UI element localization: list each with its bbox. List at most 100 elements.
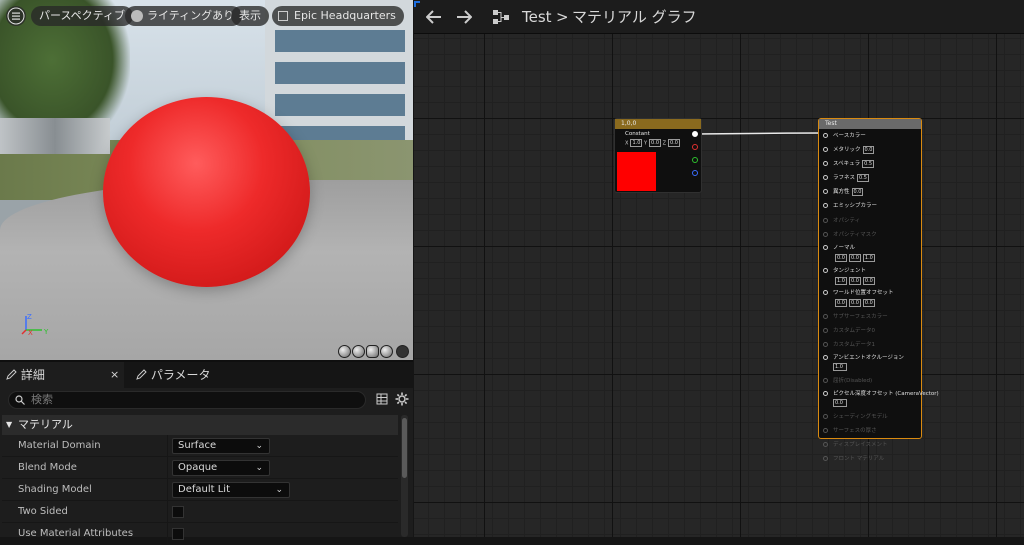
material-section-header[interactable]: ▼ マテリアル xyxy=(2,415,398,435)
vector-input-field[interactable]: 0.0 xyxy=(835,298,847,307)
input-pin-value[interactable]: 0.5 xyxy=(862,159,875,168)
output-pin-r[interactable] xyxy=(692,144,698,150)
z-field[interactable]: 0.0 xyxy=(668,139,680,147)
input-pin-icon[interactable] xyxy=(823,378,828,383)
input-pin-icon[interactable] xyxy=(823,428,828,433)
input-pin-value[interactable]: 0.5 xyxy=(857,173,869,182)
material-graph-canvas[interactable] xyxy=(414,0,1024,537)
input-pin-row[interactable]: カスタムデータ0 xyxy=(823,326,875,336)
input-pin-row[interactable]: ピクセル深度オフセット (CameraVector) 0.0 xyxy=(823,389,939,407)
input-pin-row[interactable]: オパシティ xyxy=(823,216,860,226)
material-preview-viewport[interactable]: パースペクティブ ライティングあり 表示 Epic Headquarters Z… xyxy=(0,0,413,360)
input-pin-icon[interactable] xyxy=(823,218,828,223)
input-pin-icon[interactable] xyxy=(823,161,828,166)
input-pin-icon[interactable] xyxy=(823,342,828,347)
input-pin-row[interactable]: ベースカラー xyxy=(823,131,866,141)
vector-input-field[interactable]: 0.0 xyxy=(848,253,861,262)
preview-cylinder-button[interactable] xyxy=(338,345,351,358)
input-pin-value[interactable]: 1.0 xyxy=(833,363,847,371)
property-row: Shading Model Default Lit ⌄ xyxy=(2,479,398,501)
details-search-input[interactable]: 検索 xyxy=(8,391,366,409)
input-pin-row[interactable]: サブサーフェスカラー xyxy=(823,312,888,322)
axis-gizmo: Z X Y xyxy=(21,313,49,337)
breadcrumb-asset[interactable]: Test xyxy=(522,0,552,34)
gear-icon[interactable] xyxy=(395,392,409,406)
input-pin-icon[interactable] xyxy=(823,314,828,319)
preview-sphere-button[interactable] xyxy=(352,345,365,358)
input-pin-icon[interactable] xyxy=(823,189,828,194)
vector-input-field[interactable]: 0.0 xyxy=(862,298,875,307)
input-pin-row[interactable]: オパシティマスク xyxy=(823,230,877,240)
input-pin-icon[interactable] xyxy=(823,456,828,461)
input-pin-row[interactable]: スペキュラ 0.5 xyxy=(823,159,875,169)
viewport-menu-button[interactable] xyxy=(6,6,26,26)
input-pin-row[interactable]: フロント マテリアル xyxy=(823,454,884,464)
input-pin-icon[interactable] xyxy=(823,133,828,138)
input-pin-row[interactable]: ワールド位置オフセット 0.0 0.0 0.0 xyxy=(823,288,894,308)
input-pin-value[interactable]: 0.0 xyxy=(851,187,864,196)
vector-input-field[interactable]: 0.0 xyxy=(835,253,847,262)
input-pin-icon[interactable] xyxy=(823,414,828,419)
input-pin-icon[interactable] xyxy=(823,391,828,396)
input-pin-icon[interactable] xyxy=(823,268,828,273)
input-pin-icon[interactable] xyxy=(823,147,828,152)
tab-parameters[interactable]: パラメータ xyxy=(132,362,210,388)
input-pin-row[interactable]: メタリック 0.0 xyxy=(823,145,875,155)
input-pin-icon[interactable] xyxy=(823,328,828,333)
forward-arrow-icon[interactable] xyxy=(456,10,472,24)
input-pin-row[interactable]: アンビエントオクルージョン 1.0 xyxy=(823,353,904,371)
back-arrow-icon[interactable] xyxy=(426,10,442,24)
vector-input-field[interactable]: 0.0 xyxy=(862,276,875,285)
input-pin-icon[interactable] xyxy=(823,290,828,295)
lighting-mode-button[interactable]: ライティングあり xyxy=(125,6,243,26)
input-pin-label: ラフネス xyxy=(833,175,856,181)
two-sided-checkbox[interactable] xyxy=(172,506,184,518)
details-scrollbar-thumb[interactable] xyxy=(402,418,407,478)
property-row: Two Sided xyxy=(2,501,398,523)
material-result-node[interactable]: Test ベースカラー メタリック 0.0 スペキュラ 0.5 ラフネス 0.5 異方性 0.0… xyxy=(818,118,939,462)
tab-close-icon[interactable]: × xyxy=(110,362,119,388)
input-pin-icon[interactable] xyxy=(823,175,828,180)
input-pin-row[interactable]: 異方性 0.0 xyxy=(823,187,864,197)
blend-mode-dropdown[interactable]: Opaque ⌄ xyxy=(172,460,270,476)
vector-input-field[interactable]: 1.0 xyxy=(862,253,875,262)
vector-input-field[interactable]: 0.0 xyxy=(848,276,861,285)
material-domain-dropdown[interactable]: Surface ⌄ xyxy=(172,438,270,454)
input-pin-row[interactable]: シェーディングモデル xyxy=(823,412,888,422)
input-pin-label: シェーディングモデル xyxy=(833,414,888,420)
input-pin-row[interactable]: ノーマル 0.0 0.0 1.0 xyxy=(823,243,875,263)
input-pin-icon[interactable] xyxy=(823,442,828,447)
perspective-button[interactable]: パースペクティブ xyxy=(31,6,134,26)
preview-scene-button[interactable]: Epic Headquarters xyxy=(272,6,404,26)
input-pin-icon[interactable] xyxy=(823,203,828,208)
vector-input-field[interactable]: 1.0 xyxy=(835,276,847,285)
input-pin-icon[interactable] xyxy=(823,245,828,250)
input-pin-label: エミッシブカラー xyxy=(833,203,878,209)
output-pin-g[interactable] xyxy=(692,157,698,163)
vector-input-field[interactable]: 0.0 xyxy=(848,298,861,307)
preview-plane-button[interactable] xyxy=(366,345,379,358)
input-pin-value[interactable]: 0.0 xyxy=(833,399,847,407)
input-pin-icon[interactable] xyxy=(823,355,828,360)
input-pin-row[interactable]: ディスプレイスメント xyxy=(823,440,887,450)
input-pin-row[interactable]: カスタムデータ1 xyxy=(823,340,875,350)
input-pin-value[interactable]: 0.0 xyxy=(862,145,875,154)
show-button[interactable]: 表示 xyxy=(231,6,269,26)
input-pin-row[interactable]: サーフェスの厚さ xyxy=(823,426,877,436)
y-field[interactable]: 0.0 xyxy=(649,139,661,147)
preview-cube-button[interactable] xyxy=(380,345,393,358)
input-pin-row[interactable]: 屈折(Disabled) xyxy=(823,376,872,386)
table-view-icon[interactable] xyxy=(376,393,388,405)
input-pin-row[interactable]: ラフネス 0.5 xyxy=(823,173,869,183)
input-pin-row[interactable]: タンジェント 1.0 0.0 0.0 xyxy=(823,266,875,286)
x-field[interactable]: 1.0 xyxy=(630,139,643,147)
preview-mesh-button[interactable] xyxy=(396,345,409,358)
constant3vector-node[interactable]: 1,0,0 Constant X 1.0 Y 0.0 Z 0.0 xyxy=(614,118,702,193)
shading-model-dropdown[interactable]: Default Lit ⌄ xyxy=(172,482,290,498)
input-pin-row[interactable]: エミッシブカラー xyxy=(823,201,877,211)
use-material-attributes-checkbox[interactable] xyxy=(172,528,184,540)
input-pin-icon[interactable] xyxy=(823,232,828,237)
tab-details[interactable]: 詳細 × xyxy=(0,362,124,388)
output-pin-b[interactable] xyxy=(692,170,698,176)
output-pin-rgb[interactable] xyxy=(692,131,698,137)
